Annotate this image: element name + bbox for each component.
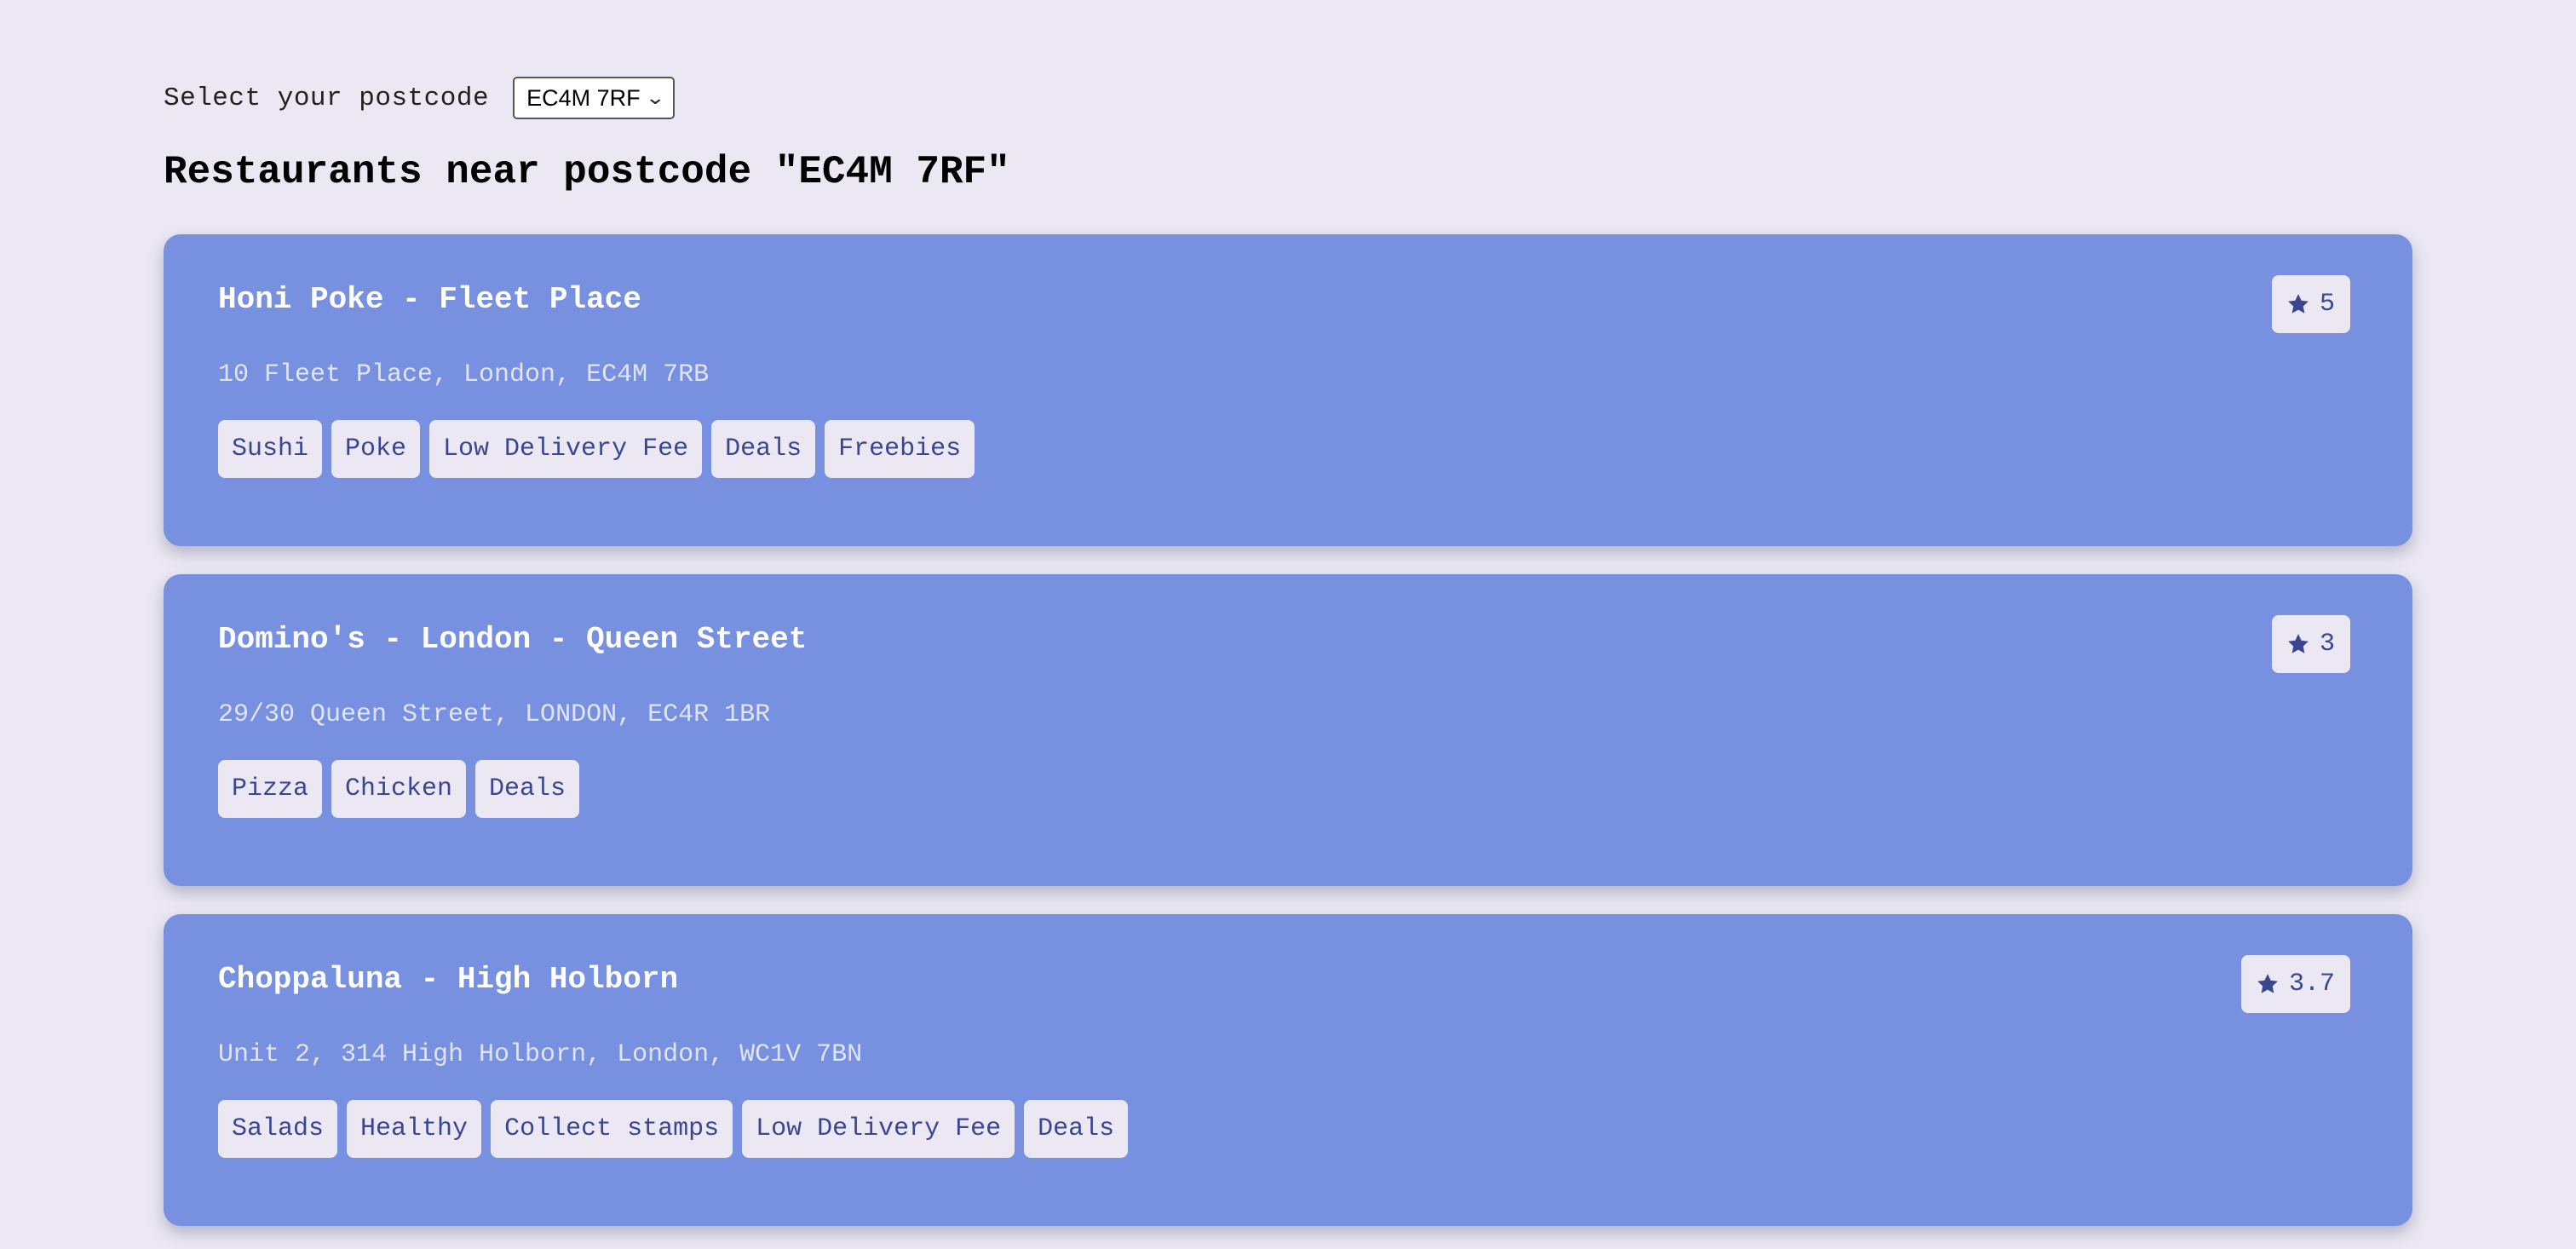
rating-badge: 3 — [2271, 615, 2350, 673]
restaurant-name: Choppaluna - High Holborn — [218, 962, 679, 997]
rating-value: 5 — [2319, 290, 2335, 319]
cuisine-tag: Deals — [475, 760, 580, 818]
cuisine-tags: Pizza Chicken Deals — [218, 760, 580, 818]
cuisine-tag: Deals — [1024, 1100, 1129, 1158]
restaurant-address: 29/30 Queen Street, LONDON, EC4R 1BR — [218, 700, 771, 729]
postcode-selector-row: Select your postcode EC4M 7RF ⌄ — [164, 77, 676, 119]
restaurant-card[interactable]: Domino's - London - Queen Street 29/30 Q… — [164, 574, 2412, 886]
rating-value: 3 — [2319, 630, 2335, 659]
cuisine-tag: Freebies — [825, 420, 975, 478]
cuisine-tag: Poke — [331, 420, 421, 478]
restaurant-card[interactable]: Choppaluna - High Holborn Unit 2, 314 Hi… — [164, 914, 2412, 1226]
restaurant-address: 10 Fleet Place, London, EC4M 7RB — [218, 360, 710, 389]
star-icon — [2286, 291, 2311, 317]
restaurant-address: Unit 2, 314 High Holborn, London, WC1V 7… — [218, 1040, 863, 1069]
cuisine-tag: Sushi — [218, 420, 323, 478]
page-title: Restaurants near postcode "EC4M 7RF" — [164, 150, 1010, 194]
rating-badge: 5 — [2271, 275, 2350, 333]
cuisine-tag: Chicken — [331, 760, 467, 818]
cuisine-tag: Low Delivery Fee — [429, 420, 703, 478]
cuisine-tag: Salads — [218, 1100, 338, 1158]
restaurant-name: Domino's - London - Queen Street — [218, 622, 808, 657]
postcode-select[interactable]: EC4M 7RF ⌄ — [513, 77, 676, 119]
cuisine-tag: Collect stamps — [491, 1100, 733, 1158]
rating-value: 3.7 — [2288, 970, 2335, 999]
cuisine-tag: Healthy — [347, 1100, 482, 1158]
cuisine-tags: Salads Healthy Collect stamps Low Delive… — [218, 1100, 1129, 1158]
chevron-down-icon: ⌄ — [644, 87, 665, 108]
star-icon — [2255, 971, 2280, 997]
restaurant-name: Honi Poke - Fleet Place — [218, 282, 641, 317]
star-icon — [2286, 631, 2311, 657]
restaurant-card[interactable]: Honi Poke - Fleet Place 10 Fleet Place, … — [164, 234, 2412, 546]
cuisine-tag: Deals — [711, 420, 816, 478]
postcode-selected-value: EC4M 7RF — [526, 84, 641, 111]
rating-badge: 3.7 — [2240, 955, 2350, 1013]
postcode-label: Select your postcode — [164, 83, 490, 113]
cuisine-tag: Pizza — [218, 760, 323, 818]
cuisine-tag: Low Delivery Fee — [742, 1100, 1015, 1158]
cuisine-tags: Sushi Poke Low Delivery Fee Deals Freebi… — [218, 420, 975, 478]
